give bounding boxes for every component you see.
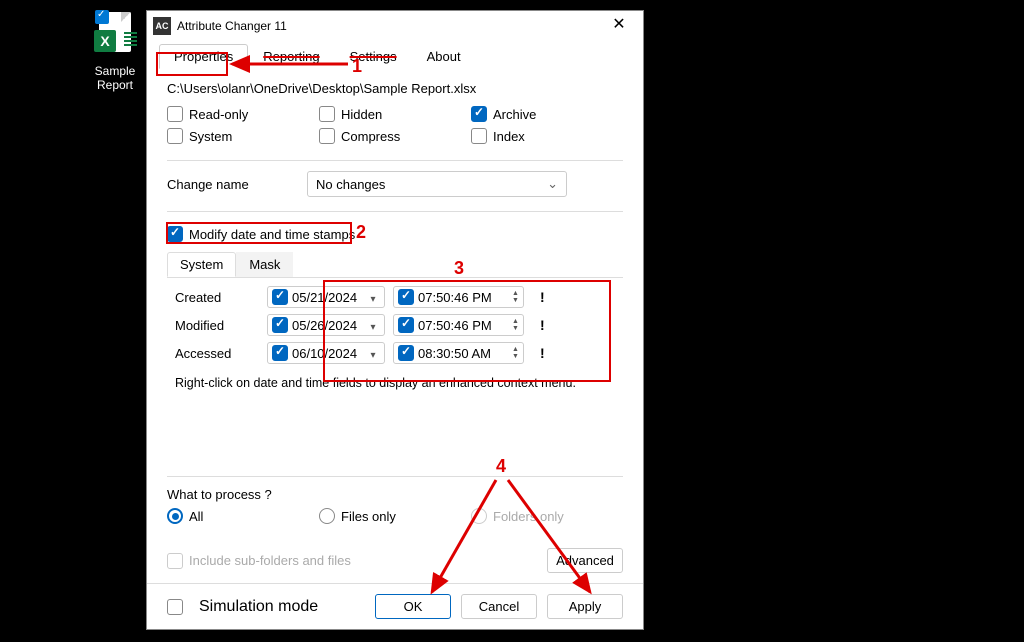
checkbox-system[interactable] (167, 128, 183, 144)
label-system: System (189, 129, 232, 144)
modified-date-field[interactable]: 05/26/2024 (267, 314, 385, 336)
subtab-mask[interactable]: Mask (236, 252, 293, 277)
checkbox-accessed-time[interactable] (398, 345, 414, 361)
context-menu-hint: Right-click on date and time fields to d… (167, 370, 623, 396)
cancel-button[interactable]: Cancel (461, 594, 537, 619)
checkbox-index[interactable] (471, 128, 487, 144)
accessed-date-field[interactable]: 06/10/2024 (267, 342, 385, 364)
warning-icon: ! (540, 289, 545, 305)
checkbox-accessed-date[interactable] (272, 345, 288, 361)
tab-about[interactable]: About (412, 44, 476, 69)
spinner-icon[interactable]: ▲▼ (512, 346, 519, 360)
label-archive: Archive (493, 107, 536, 122)
label-hidden: Hidden (341, 107, 382, 122)
window-title: Attribute Changer 11 (177, 19, 601, 33)
created-time-field[interactable]: 07:50:46 PM ▲▼ (393, 286, 524, 308)
dropdown-icon[interactable] (366, 346, 380, 361)
titlebar: AC Attribute Changer 11 ✕ (147, 11, 643, 41)
file-path: C:\Users\olanr\OneDrive\Desktop\Sample R… (167, 81, 623, 96)
include-sub-label: Include sub-folders and files (189, 553, 351, 568)
spinner-icon[interactable]: ▲▼ (512, 290, 519, 304)
excel-file-icon: X (91, 12, 139, 60)
accessed-time-field[interactable]: 08:30:50 AM ▲▼ (393, 342, 524, 364)
subtab-system[interactable]: System (167, 252, 236, 277)
attribute-changer-window: AC Attribute Changer 11 ✕ Properties Rep… (146, 10, 644, 630)
checkbox-compress[interactable] (319, 128, 335, 144)
radio-files-only[interactable] (319, 508, 335, 524)
close-button[interactable]: ✕ (601, 12, 637, 40)
checkbox-modify-stamps[interactable] (167, 226, 183, 242)
chevron-down-icon (547, 176, 558, 192)
warning-icon: ! (540, 345, 545, 361)
accessed-time-value: 08:30:50 AM (418, 346, 508, 361)
dropdown-icon[interactable] (366, 318, 380, 333)
tab-properties[interactable]: Properties (159, 44, 248, 69)
checkbox-simulation[interactable] (167, 599, 183, 615)
accessed-label: Accessed (167, 346, 267, 361)
radio-folders-label: Folders only (493, 509, 564, 524)
radio-all-label: All (189, 509, 203, 524)
main-tabs: Properties Reporting Settings About (147, 41, 643, 69)
created-date-field[interactable]: 05/21/2024 (267, 286, 385, 308)
checkbox-include-sub (167, 553, 183, 569)
radio-files-label: Files only (341, 509, 396, 524)
checkbox-archive[interactable] (471, 106, 487, 122)
modify-stamps-label: Modify date and time stamps (189, 227, 355, 242)
desktop-file-icon[interactable]: X Sample Report (80, 12, 150, 93)
checkbox-created-date[interactable] (272, 289, 288, 305)
checkbox-modified-date[interactable] (272, 317, 288, 333)
accessed-date-value: 06/10/2024 (292, 346, 366, 361)
simulation-label: Simulation mode (199, 598, 318, 616)
app-icon: AC (153, 17, 171, 35)
label-readonly: Read-only (189, 107, 248, 122)
modified-time-field[interactable]: 07:50:46 PM ▲▼ (393, 314, 524, 336)
change-name-select[interactable]: No changes (307, 171, 567, 197)
change-name-value: No changes (316, 177, 385, 192)
created-date-value: 05/21/2024 (292, 290, 366, 305)
modified-time-value: 07:50:46 PM (418, 318, 508, 333)
label-index: Index (493, 129, 525, 144)
created-label: Created (167, 290, 267, 305)
radio-folders-only (471, 508, 487, 524)
advanced-button[interactable]: Advanced (547, 548, 623, 573)
change-name-label: Change name (167, 177, 307, 192)
apply-button[interactable]: Apply (547, 594, 623, 619)
label-compress: Compress (341, 129, 400, 144)
process-label: What to process ? (167, 487, 623, 502)
tab-settings[interactable]: Settings (335, 44, 412, 69)
tab-reporting[interactable]: Reporting (248, 44, 334, 69)
created-time-value: 07:50:46 PM (418, 290, 508, 305)
checkbox-created-time[interactable] (398, 289, 414, 305)
checkbox-hidden[interactable] (319, 106, 335, 122)
ok-button[interactable]: OK (375, 594, 451, 619)
checkbox-modified-time[interactable] (398, 317, 414, 333)
radio-all[interactable] (167, 508, 183, 524)
modified-label: Modified (167, 318, 267, 333)
modified-date-value: 05/26/2024 (292, 318, 366, 333)
desktop-file-label: Sample Report (80, 64, 150, 93)
spinner-icon[interactable]: ▲▼ (512, 318, 519, 332)
warning-icon: ! (540, 317, 545, 333)
dropdown-icon[interactable] (366, 290, 380, 305)
checkbox-readonly[interactable] (167, 106, 183, 122)
